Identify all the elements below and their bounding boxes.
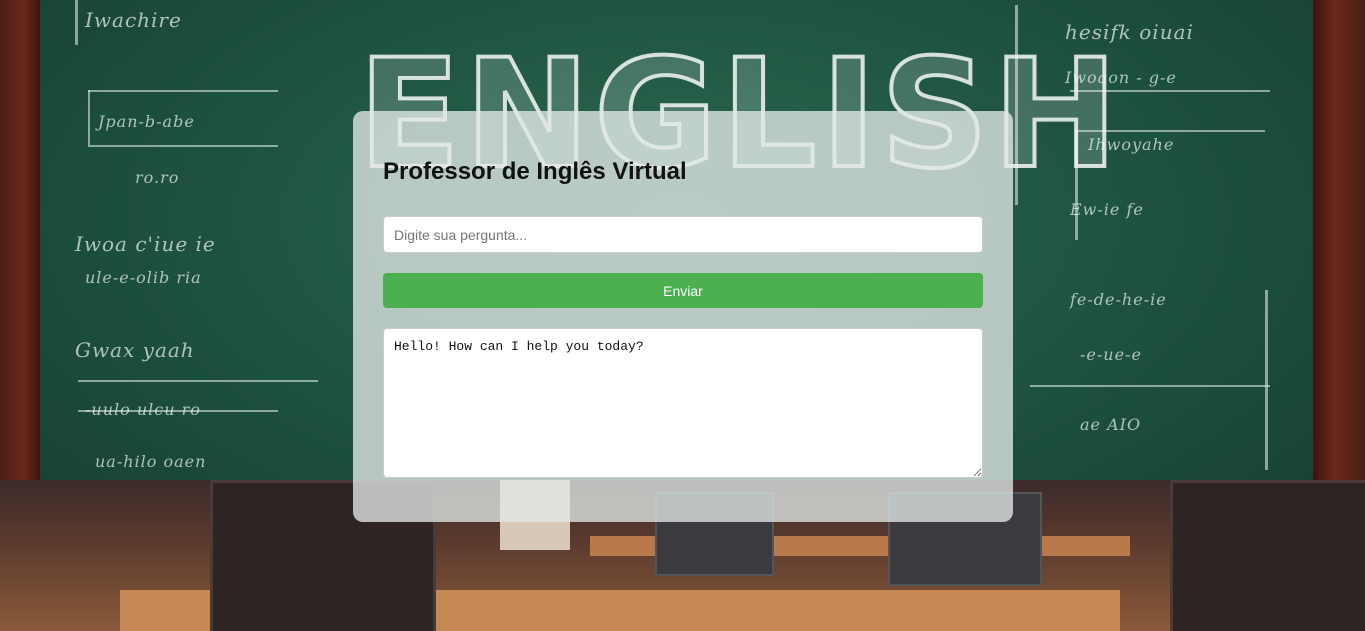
chat-panel: Professor de Inglês Virtual Enviar Hello…	[353, 111, 1013, 522]
response-textarea[interactable]: Hello! How can I help you today?	[383, 328, 983, 478]
page-title: Professor de Inglês Virtual	[383, 158, 687, 185]
send-button[interactable]: Enviar	[383, 273, 983, 308]
question-input[interactable]	[383, 216, 983, 253]
